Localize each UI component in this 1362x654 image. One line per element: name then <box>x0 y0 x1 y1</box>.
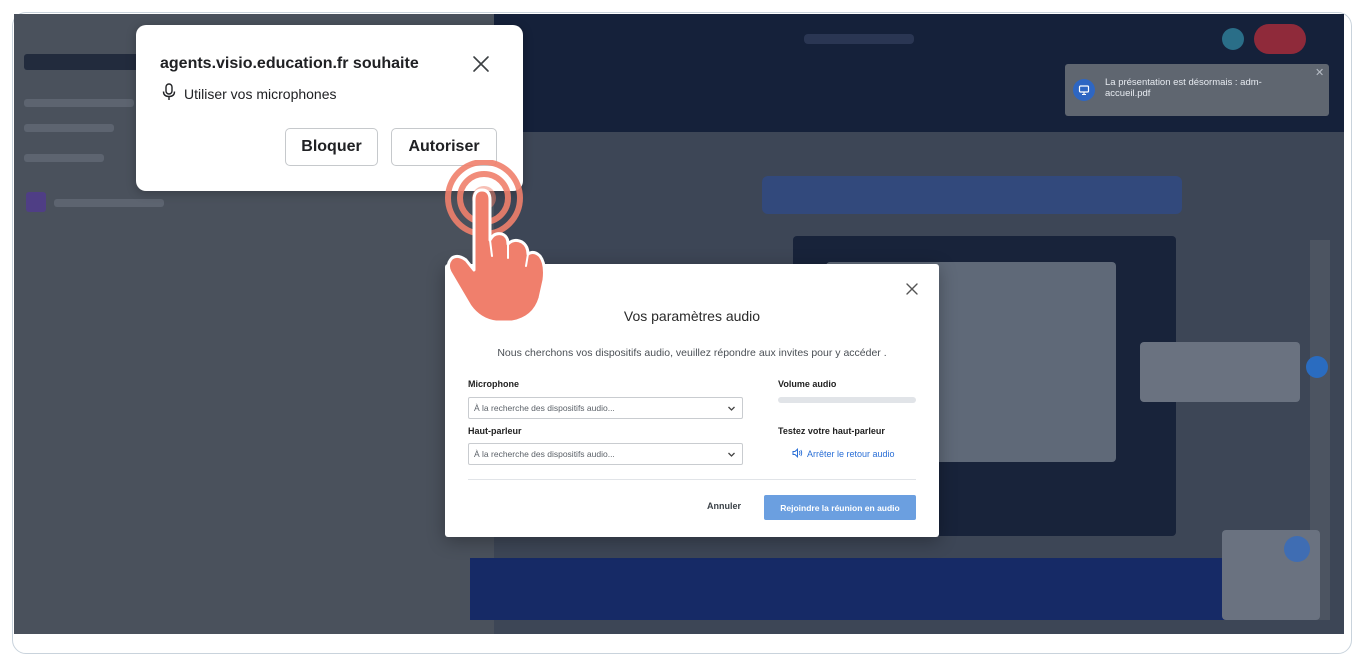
blurred-slide-title <box>762 176 1182 214</box>
chevron-down-icon <box>727 450 736 459</box>
blurred-text <box>24 124 114 132</box>
test-speaker-label: Testez votre haut-parleur <box>778 426 885 436</box>
stop-echo-label: Arrêter le retour audio <box>807 449 895 459</box>
blurred-text <box>54 199 164 207</box>
blurred-text <box>24 54 144 70</box>
microphone-select[interactable]: À la recherche des dispositifs audio... <box>468 397 743 419</box>
cancel-button[interactable]: Annuler <box>707 501 741 511</box>
permission-row: Utiliser vos microphones <box>162 83 337 104</box>
blurred-user-avatar <box>26 192 46 212</box>
speaker-select[interactable]: À la recherche des dispositifs audio... <box>468 443 743 465</box>
microphone-select-value: À la recherche des dispositifs audio... <box>474 403 615 413</box>
speaker-select-value: À la recherche des dispositifs audio... <box>474 449 615 459</box>
permission-text: Utiliser vos microphones <box>184 85 337 102</box>
blurred-tooltip <box>1140 342 1300 402</box>
action-bar <box>470 558 1230 620</box>
modal-description: Nous cherchons vos dispositifs audio, ve… <box>497 347 887 359</box>
presentation-notification: La présentation est désormais : adm-accu… <box>1065 64 1329 116</box>
thumbnail-avatar <box>1284 536 1310 562</box>
blurred-text <box>24 99 134 107</box>
microphone-label: Microphone <box>468 379 519 389</box>
header-blurred-title <box>804 34 914 44</box>
header-leave-button <box>1254 24 1306 54</box>
presentation-icon <box>1073 79 1095 101</box>
divider <box>468 479 916 480</box>
tap-hand-icon <box>445 160 546 324</box>
close-icon[interactable] <box>904 281 920 297</box>
notification-text: La présentation est désormais : adm-accu… <box>1105 77 1262 99</box>
speaker-icon <box>792 448 803 460</box>
volume-label: Volume audio <box>778 379 837 389</box>
close-icon[interactable]: ✕ <box>1315 66 1324 79</box>
toolbar-button <box>1306 356 1328 378</box>
chevron-down-icon <box>727 404 736 413</box>
join-audio-button[interactable]: Rejoindre la réunion en audio <box>764 495 916 520</box>
close-icon[interactable] <box>470 53 492 75</box>
stop-echo-link[interactable]: Arrêter le retour audio <box>792 448 895 460</box>
microphone-icon <box>162 83 176 104</box>
blurred-text <box>24 154 104 162</box>
header-avatar <box>1222 28 1244 50</box>
volume-meter <box>778 397 916 403</box>
permission-title: agents.visio.education.fr souhaite <box>160 55 419 72</box>
block-button[interactable]: Bloquer <box>285 128 378 166</box>
speaker-label: Haut-parleur <box>468 426 522 436</box>
